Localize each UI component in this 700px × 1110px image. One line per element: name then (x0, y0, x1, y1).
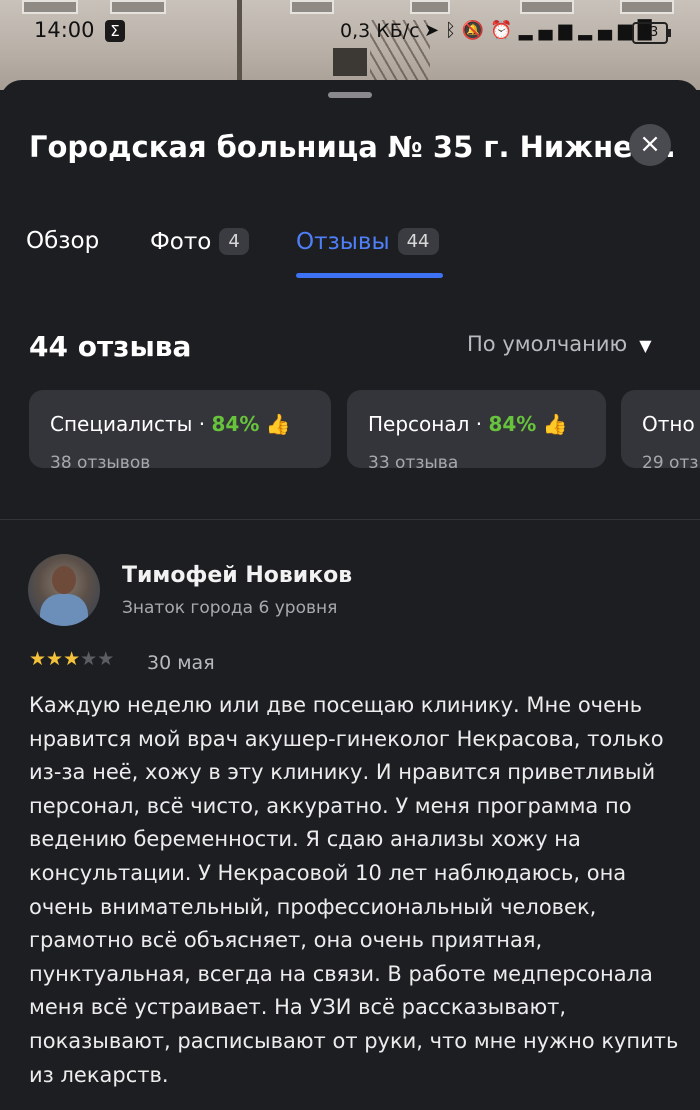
status-bar: 14:00 Σ 0,3 КБ/с ➤ᛒ🔕⏰▂▄▆▂▄▆█ 33 (0, 14, 700, 50)
category-count: 33 отзыва (368, 453, 459, 468)
category-title: Отно (642, 412, 695, 436)
tab-bar: Обзор Фото 4 Отзывы 44 (0, 228, 700, 288)
category-card-staff[interactable]: Персонал · 84% 👍 33 отзыва (347, 390, 606, 468)
category-card-specialists[interactable]: Специалисты · 84% 👍 38 отзывов (29, 390, 331, 468)
avatar-body (40, 594, 88, 626)
category-title: Специалисты · 84% 👍 (50, 412, 291, 436)
chevron-down-icon: ▼ (639, 336, 652, 355)
star-empty-icon: ★ (97, 648, 115, 670)
close-button[interactable]: × (629, 124, 671, 166)
bluetooth-icon: ᛒ (445, 20, 462, 41)
building-window (620, 0, 674, 14)
active-tab-indicator (296, 273, 443, 278)
network-speed: 0,3 КБ/с (340, 20, 420, 42)
star-empty-icon: ★ (80, 648, 98, 670)
tab-overview[interactable]: Обзор (26, 228, 99, 254)
thumbs-up-icon: 👍 (542, 412, 568, 436)
category-percent: 84% (488, 412, 537, 436)
mute-icon: 🔕 (461, 20, 491, 41)
building-window (110, 0, 166, 14)
category-card-attitude[interactable]: Отно 29 отз (621, 390, 700, 468)
tab-label: Отзывы (296, 229, 390, 255)
building-window (410, 0, 450, 14)
status-icons: ➤ᛒ🔕⏰▂▄▆▂▄▆█ (424, 20, 658, 41)
author-level: Знаток города 6 уровня (122, 598, 338, 618)
battery-icon: 33 (632, 22, 671, 44)
rating-stars: ★★★★★ (29, 648, 114, 670)
thumbs-up-icon: 👍 (265, 412, 291, 436)
location-icon: ➤ (424, 20, 446, 41)
avatar[interactable] (28, 554, 100, 626)
sigma-icon: Σ (105, 20, 125, 42)
tab-label: Обзор (26, 228, 100, 254)
building-window (520, 0, 574, 14)
building-window (290, 0, 334, 14)
sort-dropdown[interactable]: По умолчанию ▼ (467, 332, 652, 356)
section-divider (0, 519, 700, 520)
review-author[interactable]: Тимофей Новиков (122, 563, 352, 588)
tab-reviews[interactable]: Отзывы 44 (296, 228, 439, 255)
tab-badge: 44 (397, 228, 439, 255)
status-time: 14:00 (34, 18, 95, 42)
review-text: Каждую неделю или две посещаю клинику. М… (29, 693, 679, 1087)
category-name: Отно (642, 412, 695, 436)
star-icon: ★ (63, 648, 81, 670)
review-date: 30 мая (147, 652, 215, 674)
avatar-head (52, 566, 76, 594)
building-window (22, 0, 78, 14)
category-count: 38 отзывов (50, 453, 151, 468)
tab-label: Фото (150, 229, 212, 255)
category-name: Персонал (368, 412, 470, 436)
signal-4g-icon: ▂▄▆ (518, 20, 579, 41)
drag-handle[interactable] (328, 92, 372, 98)
star-icon: ★ (46, 648, 64, 670)
category-name: Специалисты (50, 412, 193, 436)
category-percent: 84% (211, 412, 260, 436)
tab-badge: 4 (219, 228, 249, 255)
vent-grate (333, 48, 367, 76)
sort-label: По умолчанию (467, 332, 628, 356)
category-title: Персонал · 84% 👍 (368, 412, 568, 436)
place-sheet: Городская больница № 35 г. Нижне ... × О… (0, 80, 700, 1110)
place-title: Городская больница № 35 г. Нижне ... (29, 130, 676, 164)
alarm-icon: ⏰ (490, 20, 519, 41)
tab-photo[interactable]: Фото 4 (150, 228, 249, 255)
star-icon: ★ (29, 648, 47, 670)
category-count: 29 отз (642, 453, 699, 468)
reviews-count: 44 отзыва (29, 330, 192, 363)
